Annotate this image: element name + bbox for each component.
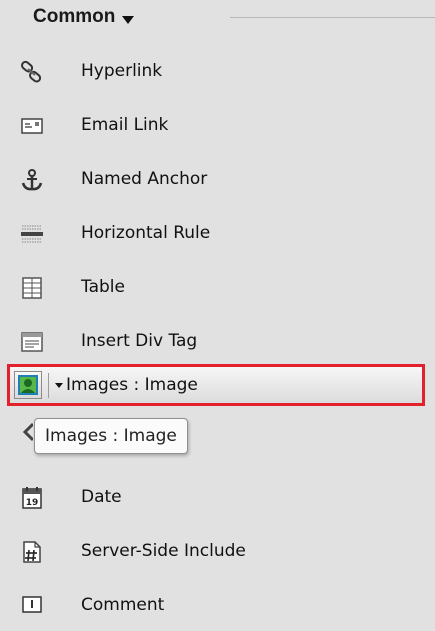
item-label: Hyperlink xyxy=(81,61,163,81)
hyperlink-item[interactable]: Hyperlink xyxy=(0,47,435,97)
named-anchor-item[interactable]: Named Anchor xyxy=(0,155,435,205)
div-tag-icon xyxy=(20,330,44,354)
hyperlink-icon xyxy=(20,60,44,84)
table-item[interactable]: Table xyxy=(0,263,435,313)
item-label: Email Link xyxy=(81,115,169,135)
comment-item[interactable]: Comment xyxy=(0,581,435,631)
svg-text:19: 19 xyxy=(26,498,39,508)
server-side-include-item[interactable]: Server-Side Include xyxy=(0,527,435,577)
image-icon xyxy=(14,371,42,399)
tooltip: Images : Image xyxy=(34,418,188,454)
hidden-item-icon xyxy=(19,421,35,445)
email-link-item[interactable]: Email Link xyxy=(0,101,435,151)
item-label: Named Anchor xyxy=(81,169,208,189)
horizontal-rule-item[interactable]: Horizontal Rule xyxy=(0,209,435,259)
item-label: Horizontal Rule xyxy=(81,223,211,243)
divider xyxy=(230,17,435,18)
dropdown-arrow-icon[interactable] xyxy=(55,383,63,388)
chevron-down-icon[interactable] xyxy=(122,16,134,24)
insert-div-tag-item[interactable]: Insert Div Tag xyxy=(0,317,435,367)
item-label: Date xyxy=(81,487,122,507)
date-item[interactable]: 19 Date xyxy=(0,473,435,523)
calendar-icon: 19 xyxy=(20,486,44,510)
item-label: Server-Side Include xyxy=(81,541,246,561)
horizontal-rule-icon xyxy=(20,222,44,246)
category-header[interactable]: Common xyxy=(0,0,435,46)
anchor-icon xyxy=(20,168,44,192)
tooltip-text: Images : Image xyxy=(45,426,177,446)
server-side-include-icon xyxy=(20,540,44,564)
item-label: Comment xyxy=(81,595,165,615)
images-image-button[interactable]: Images : Image xyxy=(7,364,425,406)
comment-icon xyxy=(20,594,44,618)
item-label: Images : Image xyxy=(66,375,198,395)
item-label: Table xyxy=(81,277,125,297)
button-separator xyxy=(48,373,49,398)
email-link-icon xyxy=(20,114,44,138)
category-label: Common xyxy=(33,6,116,27)
item-label: Insert Div Tag xyxy=(81,331,198,351)
table-icon xyxy=(20,276,44,300)
